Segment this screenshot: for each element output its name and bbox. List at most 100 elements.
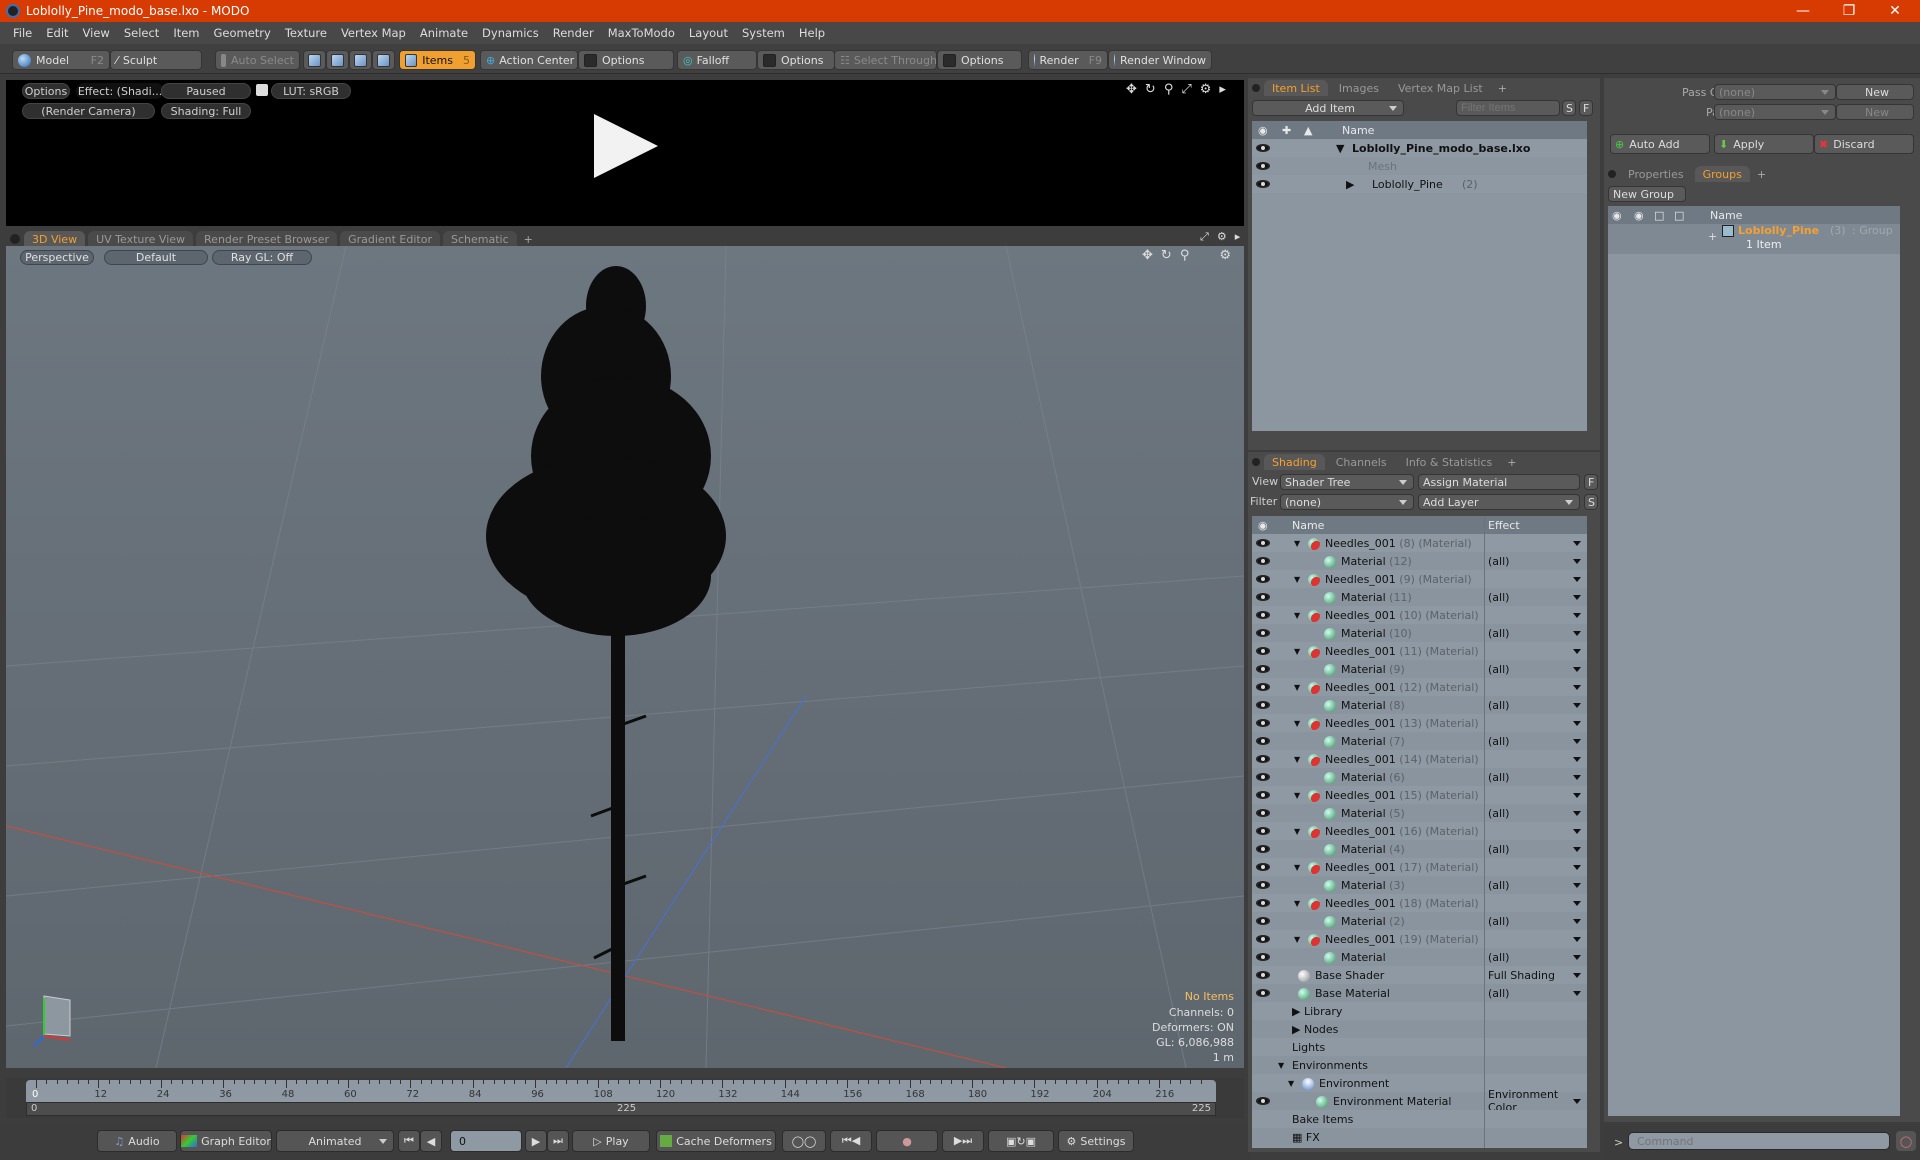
expand-arrow-icon[interactable]: ▼: [1294, 683, 1300, 692]
shader-tree-row[interactable]: ▼ Needles_001 (13) (Material): [1252, 714, 1587, 732]
eye-icon[interactable]: [1256, 863, 1270, 871]
select-vertices-button[interactable]: [303, 50, 326, 70]
shader-tree-row[interactable]: ▼ Needles_001 (17) (Material): [1252, 858, 1587, 876]
shader-tree-row[interactable]: Material (3) (all): [1252, 876, 1587, 894]
arrow-right-icon[interactable]: ▸: [1219, 82, 1226, 97]
current-frame-input[interactable]: 0: [450, 1130, 522, 1152]
effect-value[interactable]: (all): [1488, 915, 1509, 928]
zoom-icon[interactable]: ⚲: [1164, 82, 1174, 97]
menu-maxtomodo[interactable]: MaxToModo: [601, 26, 682, 40]
expand-arrow-icon[interactable]: ▼: [1294, 719, 1300, 728]
tab-uv-texture-view[interactable]: UV Texture View: [88, 231, 194, 247]
raygl-toggle[interactable]: Ray GL: Off: [212, 250, 312, 265]
filter-f-button[interactable]: F: [1579, 100, 1593, 116]
shader-tree-row[interactable]: ▼ Needles_001 (8) (Material): [1252, 534, 1587, 552]
filter-items-input[interactable]: [1456, 100, 1560, 116]
key-nav-buttons[interactable]: ⏮◀: [830, 1130, 872, 1152]
chevron-down-icon[interactable]: [1573, 990, 1581, 996]
eye-icon[interactable]: [1256, 773, 1270, 781]
chevron-down-icon[interactable]: [1573, 630, 1581, 636]
shader-tree-row[interactable]: Material (all): [1252, 948, 1587, 966]
chevron-down-icon[interactable]: [1573, 612, 1581, 618]
chevron-down-icon[interactable]: [1573, 792, 1581, 798]
shader-tree-row[interactable]: Material (4) (all): [1252, 840, 1587, 858]
item-row-loblolly-pine[interactable]: ▶ Loblolly_Pine (2): [1252, 175, 1587, 193]
animated-dropdown[interactable]: Animated: [276, 1130, 394, 1152]
gear-icon[interactable]: ⚙: [1217, 230, 1227, 244]
tab-item-list[interactable]: Item List: [1264, 80, 1328, 96]
chevron-down-icon[interactable]: [1573, 774, 1581, 780]
shading-dropdown[interactable]: Shading: Full: [161, 103, 251, 119]
key-next-buttons[interactable]: ▶⏭: [942, 1130, 984, 1152]
tab-channels[interactable]: Channels: [1327, 454, 1395, 470]
expand-arrow-icon[interactable]: ▼: [1294, 755, 1300, 764]
tab-info-statistics[interactable]: Info & Statistics: [1397, 454, 1501, 470]
effect-value[interactable]: (all): [1488, 987, 1509, 1000]
menu-item[interactable]: Item: [166, 26, 206, 40]
chevron-down-icon[interactable]: [1573, 900, 1581, 906]
preview-effect-dropdown[interactable]: Effect: (Shadi...: [76, 83, 164, 99]
eye-icon[interactable]: [1256, 791, 1270, 799]
falloff-button[interactable]: ◎ Falloff: [677, 50, 757, 70]
tab-shading[interactable]: Shading: [1264, 454, 1325, 470]
expand-arrow-icon[interactable]: ▼: [1294, 539, 1300, 548]
add-tab-button[interactable]: +: [1503, 454, 1520, 470]
eye-icon[interactable]: [1256, 665, 1270, 673]
expand-arrow-icon[interactable]: ▼: [1294, 863, 1300, 872]
tab-properties[interactable]: Properties: [1620, 166, 1692, 182]
lut-dropdown[interactable]: LUT: sRGB: [271, 83, 351, 99]
effect-value[interactable]: (all): [1488, 807, 1509, 820]
eye-icon[interactable]: [1256, 737, 1270, 745]
expand-arrow-icon[interactable]: ▼: [1294, 935, 1300, 944]
add-layer-dropdown[interactable]: Add Layer: [1418, 494, 1580, 510]
select-edges-button[interactable]: [326, 50, 349, 70]
render-button[interactable]: Render F9: [1028, 50, 1108, 70]
shading-style-dropdown[interactable]: Default: [104, 250, 208, 265]
audio-button[interactable]: ♫ Audio: [97, 1130, 177, 1152]
chevron-down-icon[interactable]: [1573, 864, 1581, 870]
go-to-start-button[interactable]: ⏮: [398, 1130, 420, 1152]
filter-s-button[interactable]: S: [1562, 100, 1576, 116]
new-pass-button[interactable]: New: [1836, 104, 1914, 120]
play-button[interactable]: ▷ Play: [572, 1130, 650, 1152]
cache-deformers-button[interactable]: Cache Deformers: [656, 1130, 776, 1152]
chevron-down-icon[interactable]: [1573, 684, 1581, 690]
new-pass-group-button[interactable]: New: [1836, 84, 1914, 100]
expand-arrow-icon[interactable]: ▼: [1294, 827, 1300, 836]
shader-tree-row[interactable]: ▦ FX: [1252, 1128, 1587, 1146]
eye-icon[interactable]: [1256, 683, 1270, 691]
eye-icon[interactable]: [1256, 755, 1270, 763]
command-history-button[interactable]: ◯: [1896, 1131, 1916, 1151]
command-input[interactable]: [1628, 1132, 1890, 1150]
tab-render-preset-browser[interactable]: Render Preset Browser: [196, 231, 338, 247]
expand-arrow-icon[interactable]: ▼: [1278, 1061, 1284, 1070]
minimize-button[interactable]: —: [1780, 0, 1826, 22]
chevron-down-icon[interactable]: [1573, 576, 1581, 582]
graph-editor-button[interactable]: Graph Editor: [180, 1130, 272, 1152]
view-dropdown[interactable]: Shader Tree: [1280, 474, 1414, 490]
expand-arrow-icon[interactable]: ▼: [1294, 647, 1300, 656]
eye-icon[interactable]: [1256, 701, 1270, 709]
shader-tree-row[interactable]: Base Material (all): [1252, 984, 1587, 1002]
eye-icon[interactable]: [1256, 953, 1270, 961]
select-through-options-button[interactable]: Options: [937, 50, 1022, 70]
chevron-down-icon[interactable]: [1573, 936, 1581, 942]
shader-tree-row[interactable]: ▼ Needles_001 (15) (Material): [1252, 786, 1587, 804]
render-window-button[interactable]: Render Window: [1108, 50, 1212, 70]
arrow-right-icon[interactable]: ▸: [1235, 230, 1241, 244]
select-through-button[interactable]: ☷ Select Through: [834, 50, 937, 70]
model-mode-button[interactable]: Model F2: [12, 50, 110, 70]
pass-groups-dropdown[interactable]: (none): [1714, 84, 1836, 100]
chevron-down-icon[interactable]: [1573, 972, 1581, 978]
f-button[interactable]: F: [1584, 474, 1598, 490]
shader-tree-row[interactable]: Bake Items: [1252, 1110, 1587, 1128]
eye-icon[interactable]: [1256, 917, 1270, 925]
eye-icon[interactable]: [1256, 827, 1270, 835]
item-row-scene[interactable]: ▼ Loblolly_Pine_modo_base.lxo: [1252, 139, 1587, 157]
eye-icon[interactable]: [1256, 989, 1270, 997]
add-tab-button[interactable]: +: [520, 231, 537, 247]
effect-value[interactable]: (all): [1488, 843, 1509, 856]
menu-help[interactable]: Help: [792, 26, 832, 40]
rotate-icon[interactable]: ↻: [1145, 82, 1156, 97]
shader-tree-row[interactable]: Material (12) (all): [1252, 552, 1587, 570]
